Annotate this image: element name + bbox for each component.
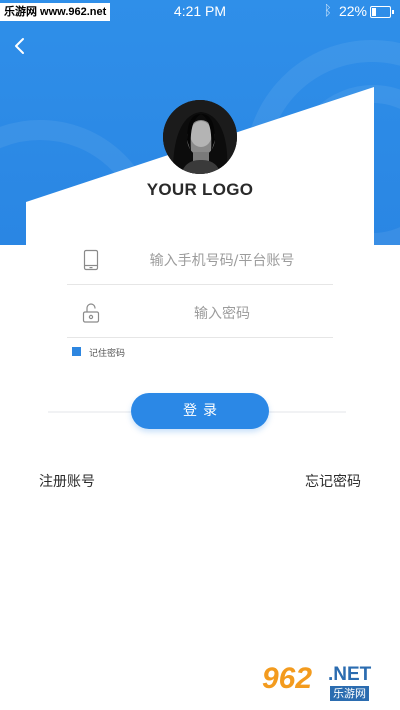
login-button[interactable]: 登录 [131, 393, 269, 429]
site-logo-number: 962 [262, 662, 313, 695]
avatar-image [163, 100, 237, 174]
remember-label: 记住密码 [89, 349, 126, 359]
avatar [163, 100, 237, 174]
battery-percent: 22% [338, 3, 367, 19]
phone-field[interactable]: 输入手机号码/平台账号 [67, 234, 333, 285]
bluetooth-icon: ᛒ [323, 2, 332, 18]
password-input-placeholder: 输入密码 [194, 306, 250, 322]
register-link[interactable]: 注册账号 [39, 471, 95, 491]
watermark-label: 乐游网 www.962.net [0, 3, 111, 21]
forgot-password-link[interactable]: 忘记密码 [305, 471, 361, 491]
site-logo-name: 乐游网 [330, 686, 369, 701]
battery-level [372, 8, 376, 16]
remember-checkbox[interactable] [72, 347, 81, 356]
back-button[interactable] [8, 32, 36, 60]
phone-input-placeholder: 输入手机号码/平台账号 [149, 253, 295, 269]
phone-icon [81, 249, 101, 271]
password-field[interactable]: 输入密码 [67, 287, 333, 338]
site-logo: 962 .NET 乐游网 [262, 662, 392, 704]
chevron-left-icon [15, 38, 24, 54]
battery-icon [370, 6, 394, 18]
lock-icon [81, 302, 101, 324]
logo-text: YOUR LOGO [146, 180, 254, 199]
site-logo-domain: .NET [328, 664, 372, 685]
